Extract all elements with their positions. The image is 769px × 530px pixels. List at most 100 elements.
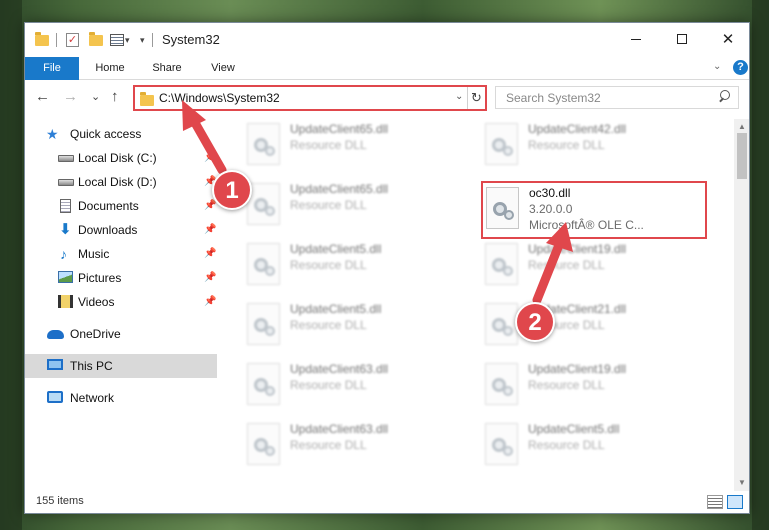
folder-icon <box>140 92 154 106</box>
file-item[interactable]: UpdateClient42.dll Resource DLL <box>485 120 715 176</box>
sidebar-item-videos[interactable]: Videos 📌 <box>25 290 217 314</box>
background-tree <box>0 0 22 530</box>
file-description: MicrosoftÂ® OLE C... <box>529 218 644 232</box>
file-item[interactable]: UpdateClient65.dll Resource DLL <box>247 180 477 236</box>
dll-file-icon <box>247 363 280 405</box>
address-bar[interactable]: C:\Windows\System32 ⌄ ↻ <box>133 85 487 111</box>
sidebar-item-documents[interactable]: Documents 📌 <box>25 194 217 218</box>
dll-file-icon <box>485 123 518 165</box>
customize-toolbar-chevron-icon[interactable]: ▾ <box>140 32 145 48</box>
sidebar-item-label: This PC <box>70 359 113 373</box>
file-item[interactable]: UpdateClient5.dll Resource DLL <box>485 420 715 476</box>
file-type: Resource DLL <box>290 138 367 152</box>
sidebar-item-music[interactable]: ♪ Music 📌 <box>25 242 217 266</box>
help-icon[interactable]: ? <box>733 60 748 75</box>
file-name: UpdateClient5.dll <box>528 422 620 436</box>
tab-share[interactable]: Share <box>143 57 191 80</box>
sidebar-item-onedrive[interactable]: OneDrive <box>25 322 217 346</box>
sidebar-item-downloads[interactable]: ⬇ Downloads 📌 <box>25 218 217 242</box>
sidebar-item-label: Local Disk (C:) <box>78 151 157 165</box>
music-icon: ♪ <box>60 246 67 262</box>
pin-icon[interactable]: 📌 <box>204 200 216 211</box>
drive-icon <box>58 175 74 189</box>
file-type: Resource DLL <box>528 138 605 152</box>
properties-icon[interactable]: ▾ <box>110 32 130 48</box>
file-type: Resource DLL <box>528 258 605 272</box>
file-type: Resource DLL <box>528 378 605 392</box>
pin-icon[interactable]: 📌 <box>204 152 216 163</box>
maximize-button[interactable] <box>659 23 705 55</box>
pin-icon[interactable]: 📌 <box>204 272 216 283</box>
file-item[interactable]: UpdateClient65.dll Resource DLL <box>247 120 477 176</box>
status-bar: 155 items <box>25 491 749 513</box>
recent-locations-button[interactable]: ⌄ <box>91 90 100 103</box>
file-name: UpdateClient5.dll <box>290 302 382 316</box>
new-folder-icon[interactable] <box>89 31 103 48</box>
file-type: Resource DLL <box>290 198 367 212</box>
star-icon: ★ <box>46 126 59 142</box>
sidebar-item-local-disk-d[interactable]: Local Disk (D:) 📌 <box>25 170 217 194</box>
file-item[interactable]: UpdateClient5.dll Resource DLL <box>247 300 477 356</box>
file-type: Resource DLL <box>290 258 367 272</box>
large-icons-view-icon[interactable] <box>727 495 743 509</box>
tab-view[interactable]: View <box>199 57 247 80</box>
pin-icon[interactable]: 📌 <box>204 296 216 307</box>
pin-icon[interactable]: 📌 <box>204 248 216 259</box>
folder-icon[interactable] <box>35 31 49 48</box>
annotation-badge-2: 2 <box>515 302 555 342</box>
sidebar-item-local-disk-c[interactable]: Local Disk (C:) 📌 <box>25 146 217 170</box>
file-type: Resource DLL <box>290 438 367 452</box>
scrollbar-thumb[interactable] <box>737 133 747 179</box>
file-name: UpdateClient19.dll <box>528 242 627 256</box>
file-item[interactable]: UpdateClient5.dll Resource DLL <box>247 240 477 296</box>
search-input[interactable]: Search System32 <box>495 86 739 109</box>
file-item[interactable]: UpdateClient63.dll Resource DLL <box>247 420 477 476</box>
refresh-button[interactable]: ↻ <box>467 87 485 109</box>
address-dropdown-icon[interactable]: ⌄ <box>455 91 463 102</box>
network-icon <box>47 391 63 405</box>
file-name: UpdateClient5.dll <box>290 242 382 256</box>
item-count: 155 items <box>36 495 84 507</box>
pin-icon[interactable]: 📌 <box>204 224 216 235</box>
up-button[interactable]: ↑ <box>111 88 119 105</box>
dll-file-icon <box>485 423 518 465</box>
file-name: UpdateClient63.dll <box>290 362 389 376</box>
dll-file-icon <box>486 187 519 229</box>
sidebar-item-this-pc[interactable]: This PC <box>25 354 217 378</box>
sidebar-item-label: Music <box>78 247 110 261</box>
file-name: UpdateClient65.dll <box>290 122 389 136</box>
navigation-bar: ← → ⌄ ↑ C:\Windows\System32 ⌄ ↻ Search S… <box>25 81 749 117</box>
sidebar-item-pictures[interactable]: Pictures 📌 <box>25 266 217 290</box>
expand-ribbon-chevron-icon[interactable]: ⌄ <box>713 61 721 72</box>
dll-file-icon <box>485 363 518 405</box>
vertical-scrollbar[interactable]: ▲ ▼ <box>734 119 749 491</box>
back-button[interactable]: ← <box>35 88 50 105</box>
forward-button[interactable]: → <box>63 88 78 105</box>
onedrive-icon <box>47 327 64 341</box>
close-icon: ✕ <box>721 31 735 48</box>
address-path[interactable]: C:\Windows\System32 <box>159 91 280 105</box>
dll-file-icon <box>247 123 280 165</box>
sidebar-item-network[interactable]: Network <box>25 386 217 410</box>
sidebar-item-label: Videos <box>78 295 115 309</box>
file-item[interactable]: UpdateClient19.dll Resource DLL <box>485 240 715 296</box>
videos-icon <box>58 295 74 309</box>
minimize-button[interactable] <box>613 23 659 55</box>
close-button[interactable]: ✕ <box>705 23 749 55</box>
sidebar-item-label: Documents <box>78 199 139 213</box>
search-icon[interactable] <box>718 90 730 104</box>
sidebar-item-label: OneDrive <box>70 327 121 341</box>
sidebar-item-quick-access[interactable]: ★ Quick access <box>25 122 217 146</box>
tab-home[interactable]: Home <box>85 57 135 80</box>
sidebar-item-label: Pictures <box>78 271 122 285</box>
file-item-oc30-dll[interactable]: oc30.dll 3.20.0.0 MicrosoftÂ® OLE C... <box>486 184 716 240</box>
file-item[interactable]: UpdateClient19.dll Resource DLL <box>485 360 715 416</box>
file-item[interactable]: UpdateClient63.dll Resource DLL <box>247 360 477 416</box>
file-name: UpdateClient63.dll <box>290 422 389 436</box>
tab-file[interactable]: File <box>25 57 79 80</box>
pictures-icon <box>58 271 74 285</box>
details-view-icon[interactable] <box>707 495 723 509</box>
scroll-down-icon[interactable]: ▼ <box>734 475 749 491</box>
dll-file-icon <box>485 303 518 345</box>
properties-check-icon[interactable]: ✓ <box>66 32 79 48</box>
